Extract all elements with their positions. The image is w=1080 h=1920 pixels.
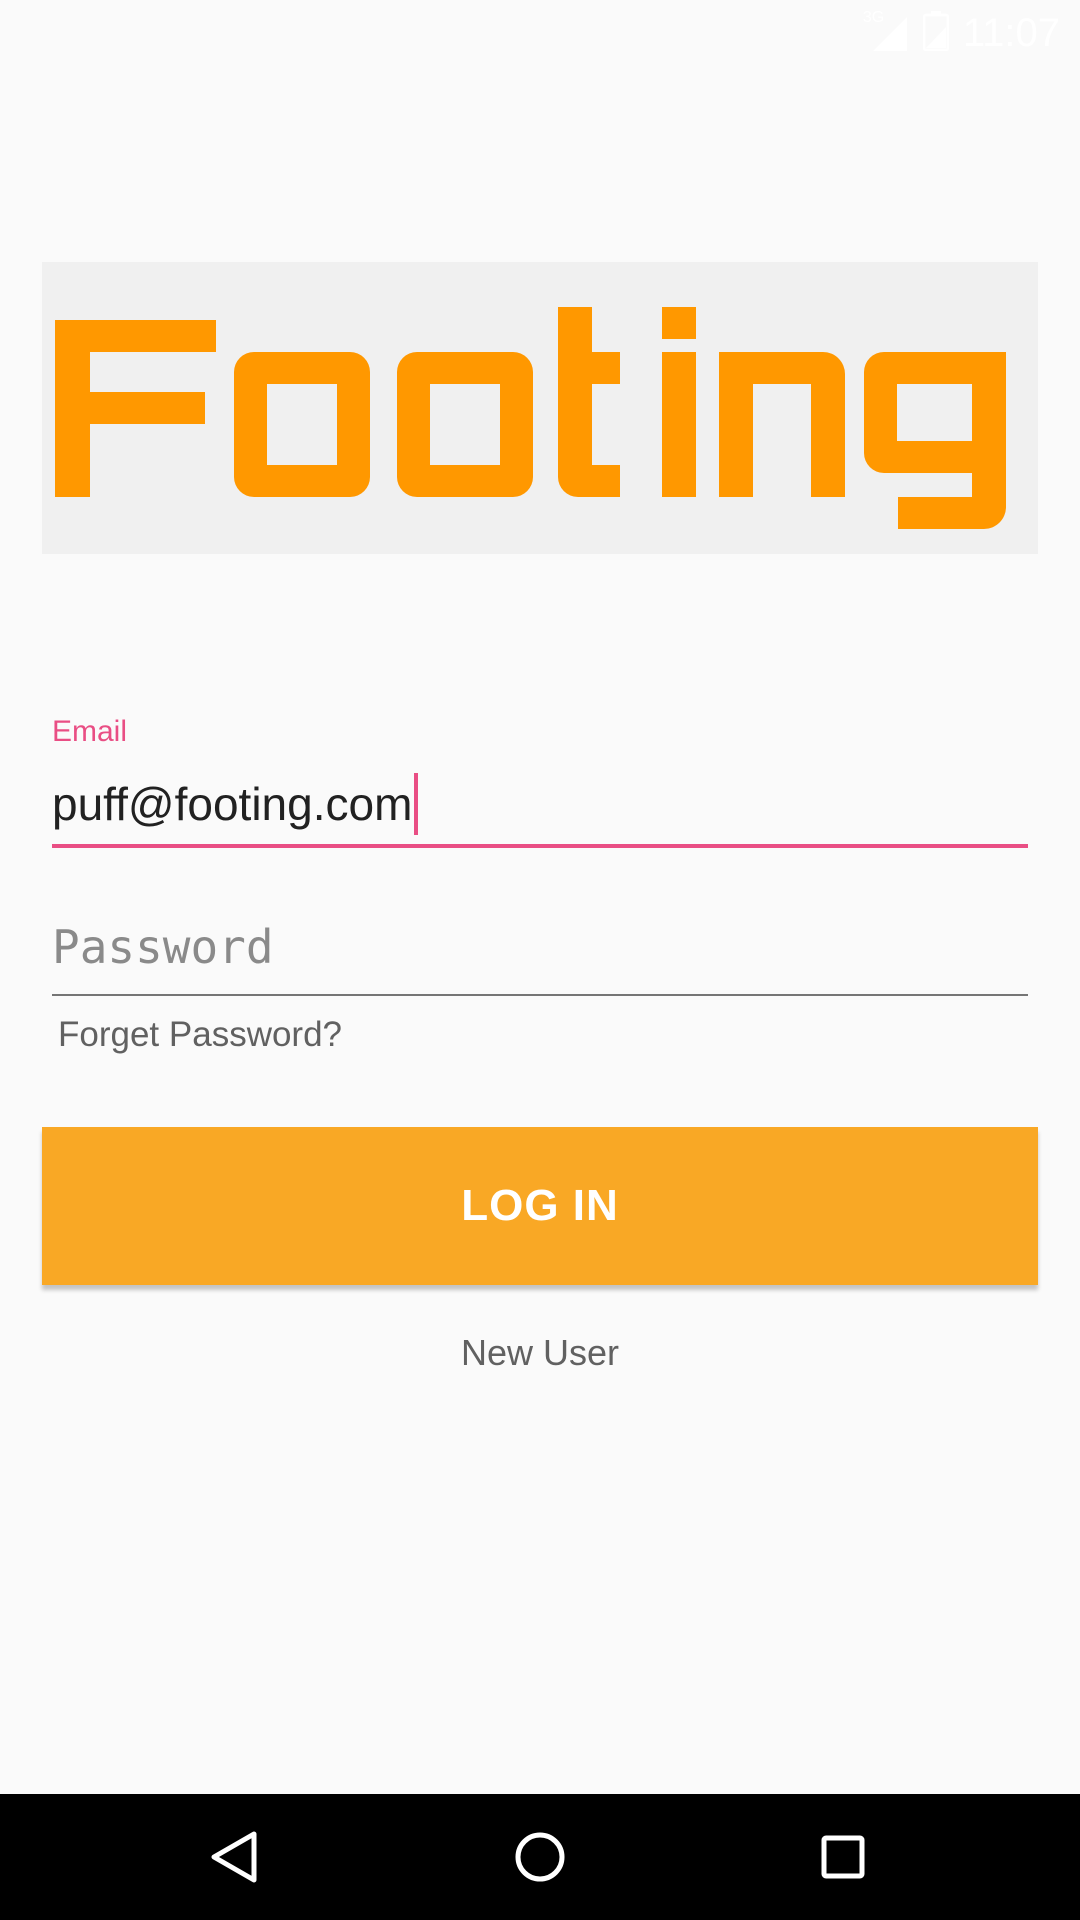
signal-icon: 3G <box>863 9 909 53</box>
email-field[interactable]: Email puff@footing.com <box>52 712 1028 848</box>
email-input[interactable]: puff@footing.com <box>52 773 1028 835</box>
back-icon[interactable] <box>200 1822 270 1892</box>
login-button[interactable]: LOG IN <box>42 1127 1038 1285</box>
email-value: puff@footing.com <box>52 778 413 830</box>
battery-icon <box>922 10 950 56</box>
login-screen: 3G 11:07 Email puff@footing.com Forget P… <box>0 0 1080 1920</box>
home-icon[interactable] <box>505 1822 575 1892</box>
network-type-label: 3G <box>862 9 885 26</box>
navigation-bar <box>0 1794 1080 1920</box>
text-cursor <box>414 773 419 835</box>
app-logo <box>42 262 1038 554</box>
recents-icon[interactable] <box>808 1822 878 1892</box>
forgot-password-link[interactable]: Forget Password? <box>58 1012 342 1058</box>
status-icons: 3G 11:07 <box>863 8 1060 58</box>
status-bar: 3G 11:07 <box>0 0 1080 66</box>
status-time: 11:07 <box>962 10 1060 55</box>
new-user-link[interactable]: New User <box>0 1330 1080 1376</box>
password-underline <box>52 994 1028 996</box>
password-input[interactable] <box>52 912 1028 982</box>
email-underline <box>52 844 1028 848</box>
password-field[interactable] <box>52 912 1028 996</box>
email-label: Email <box>52 715 128 748</box>
